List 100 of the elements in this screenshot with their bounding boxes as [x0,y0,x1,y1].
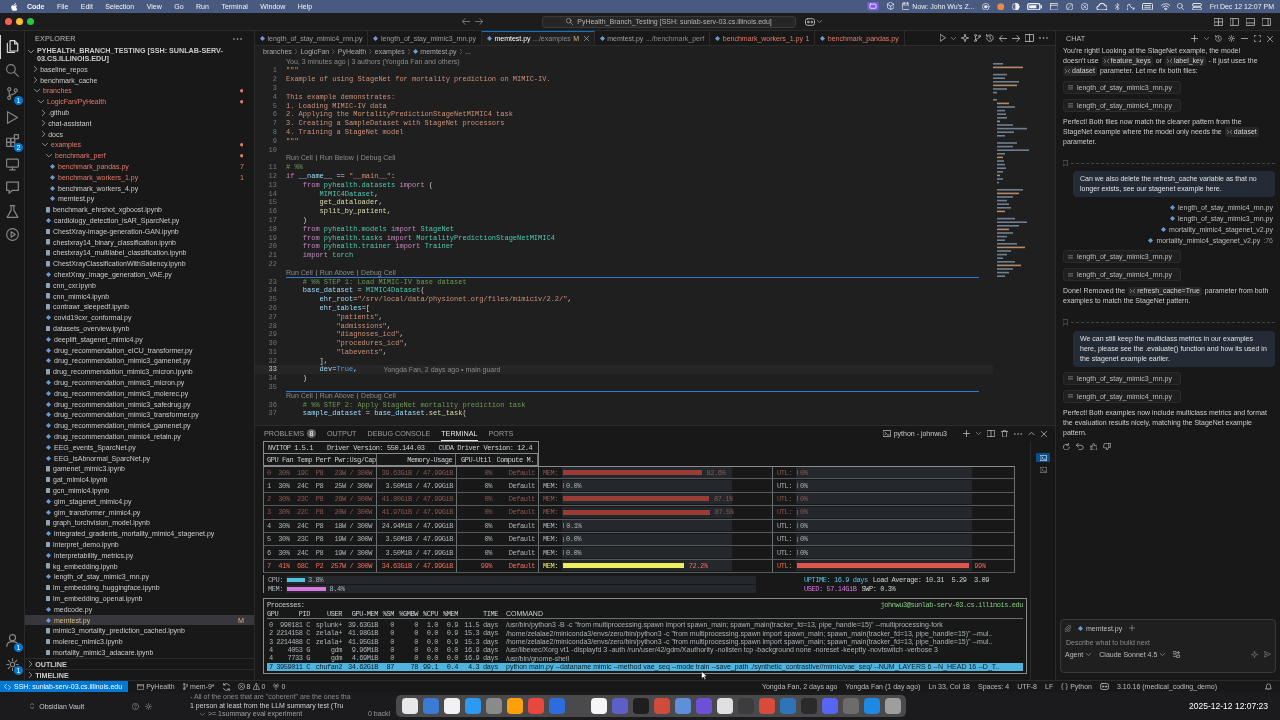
battery-icon[interactable] [1027,2,1043,11]
settings-icon [6,657,19,671]
more-icon[interactable] [233,37,242,40]
notebook-file-icon [46,563,50,569]
window-icon[interactable] [1049,2,1059,11]
chevron-down-icon [28,49,34,53]
search-icon [566,18,574,25]
notebook-file-icon [46,520,50,526]
close-icon[interactable] [1041,430,1047,437]
dot-icon [239,143,243,147]
chevron-down-icon[interactable] [1204,37,1209,40]
source-control-icon[interactable] [974,34,981,42]
settings-icon[interactable] [145,702,153,710]
plus-icon[interactable] [963,430,970,437]
diamond-file-icon [46,574,51,580]
diamond-file-icon [46,218,51,224]
chevron-right-icon [459,49,463,54]
window-icon [137,683,145,690]
forward-arrow-icon[interactable] [475,18,483,25]
terminal-tab[interactable] [1036,453,1050,462]
layout-grid-icon[interactable] [1214,17,1223,26]
diamond-file-icon [46,272,51,278]
right-arrow-icon[interactable] [1012,34,1020,42]
paperclip-icon[interactable] [1065,624,1071,632]
play-icon[interactable] [940,34,946,42]
squares-icon[interactable] [1173,651,1181,658]
lines-icon [1068,375,1073,381]
cloud-icon[interactable] [1095,2,1108,11]
calendar-icon [901,2,910,11]
toggle-switches-icon[interactable] [1192,2,1203,11]
search-icon [6,63,19,77]
history-icon[interactable] [1215,35,1222,42]
ring-icon[interactable] [982,2,990,11]
bot-face-icon[interactable] [1100,683,1109,690]
refresh-icon[interactable] [1063,442,1070,451]
chevron-up-icon[interactable] [1028,431,1035,436]
trash-icon[interactable] [1001,429,1008,438]
play-circle-icon [6,228,19,242]
lines-icon [1068,272,1073,277]
close-icon[interactable] [583,36,589,41]
undo-arrow-icon[interactable] [1076,442,1084,450]
zoom-window-button[interactable] [27,18,34,25]
sparkle-icon[interactable] [1251,651,1258,658]
cube-icon[interactable] [886,2,895,11]
wifi-icon[interactable] [1160,2,1170,11]
moon-icon[interactable] [1127,2,1135,11]
left-arrow-icon[interactable] [999,34,1007,42]
close-icon[interactable] [1267,35,1273,42]
minimize-window-button[interactable] [16,18,23,25]
screen-share-icon[interactable] [867,2,880,11]
keyboard-icon[interactable] [1142,2,1154,11]
apple-icon[interactable] [11,2,18,11]
history-icon[interactable] [986,34,994,42]
plus-icon[interactable] [1129,625,1136,631]
chevron-down-icon[interactable] [951,36,956,40]
thumbs-up-icon[interactable] [1089,442,1098,451]
help-icon[interactable] [132,702,140,710]
sync-icon[interactable] [222,682,230,691]
chevrons-icon [4,683,11,690]
back-arrow-icon[interactable] [462,18,470,25]
split-icon[interactable] [987,430,995,437]
timestamp: 2025-12-12 12:07:23 [1189,701,1268,711]
diamond-file-icon [715,35,721,41]
dock-app-icons[interactable] [396,695,907,717]
half-circle-icon[interactable] [1012,2,1020,11]
more-icon[interactable] [1014,432,1022,435]
bluetooth-icon[interactable] [1114,2,1120,11]
thumbs-down-icon[interactable] [1103,442,1111,451]
diamond-file-icon [46,315,51,321]
close-window-button[interactable] [5,18,12,25]
chevron-down-icon[interactable] [976,432,981,435]
sparkle-icon[interactable] [961,34,969,42]
bell-icon[interactable] [1265,682,1272,691]
split-icon[interactable] [1025,34,1034,42]
notebook-file-icon [46,541,50,548]
right-pane-layout-icon[interactable] [1262,17,1271,26]
dot-icon [239,89,243,93]
files-icon [6,40,19,54]
settings-icon[interactable] [1228,35,1235,42]
bottom-pane-layout-icon[interactable] [1246,17,1255,26]
source-control-icon [6,87,19,101]
left-pane-layout-icon[interactable] [1230,17,1239,26]
plus-icon[interactable] [1191,35,1198,42]
expand-corners-icon[interactable] [1254,35,1261,42]
chevron-down-icon[interactable] [200,713,205,716]
chevron-down-icon[interactable] [817,20,822,23]
lines-icon [1068,393,1073,399]
circle-slash-icon[interactable] [1065,2,1074,11]
angle-brackets-icon [1130,289,1136,294]
diamond-file-icon [46,531,51,537]
filled-circle-icon[interactable] [997,2,1005,11]
mouse-pointer-icon [701,671,707,680]
play-icon [6,110,19,124]
send-icon[interactable] [1264,651,1271,658]
terminal-icon [882,430,891,437]
error-icon [237,683,245,690]
diamond-file-icon [46,552,51,558]
search-icon[interactable] [1177,2,1185,11]
circle-x-icon[interactable] [1080,2,1089,11]
bot-face-icon[interactable] [805,17,815,26]
